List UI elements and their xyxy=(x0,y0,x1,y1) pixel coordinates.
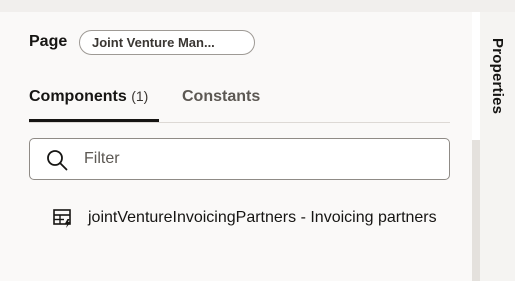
properties-tab[interactable]: Properties xyxy=(480,26,515,126)
list-item[interactable]: jointVentureInvoicingPartners - Invoicin… xyxy=(52,204,472,232)
page-label: Page xyxy=(29,33,68,50)
properties-tab-label: Properties xyxy=(489,37,506,115)
tab-components-count: (1) xyxy=(131,88,149,104)
tab-components-label: Components xyxy=(29,88,127,105)
search-icon xyxy=(47,150,68,171)
table-icon xyxy=(53,209,71,228)
tabs-divider xyxy=(29,122,450,123)
panel-gutter xyxy=(472,140,480,281)
list-item-label: jointVentureInvoicingPartners - Invoicin… xyxy=(88,209,437,226)
tab-constants[interactable]: Constants xyxy=(182,88,260,106)
page-chip[interactable]: Joint Venture Man... xyxy=(79,30,255,55)
filter-input[interactable] xyxy=(84,147,434,171)
filter-box[interactable] xyxy=(29,138,450,180)
top-strip xyxy=(0,0,515,12)
tab-components[interactable]: Components (1) xyxy=(29,88,148,106)
